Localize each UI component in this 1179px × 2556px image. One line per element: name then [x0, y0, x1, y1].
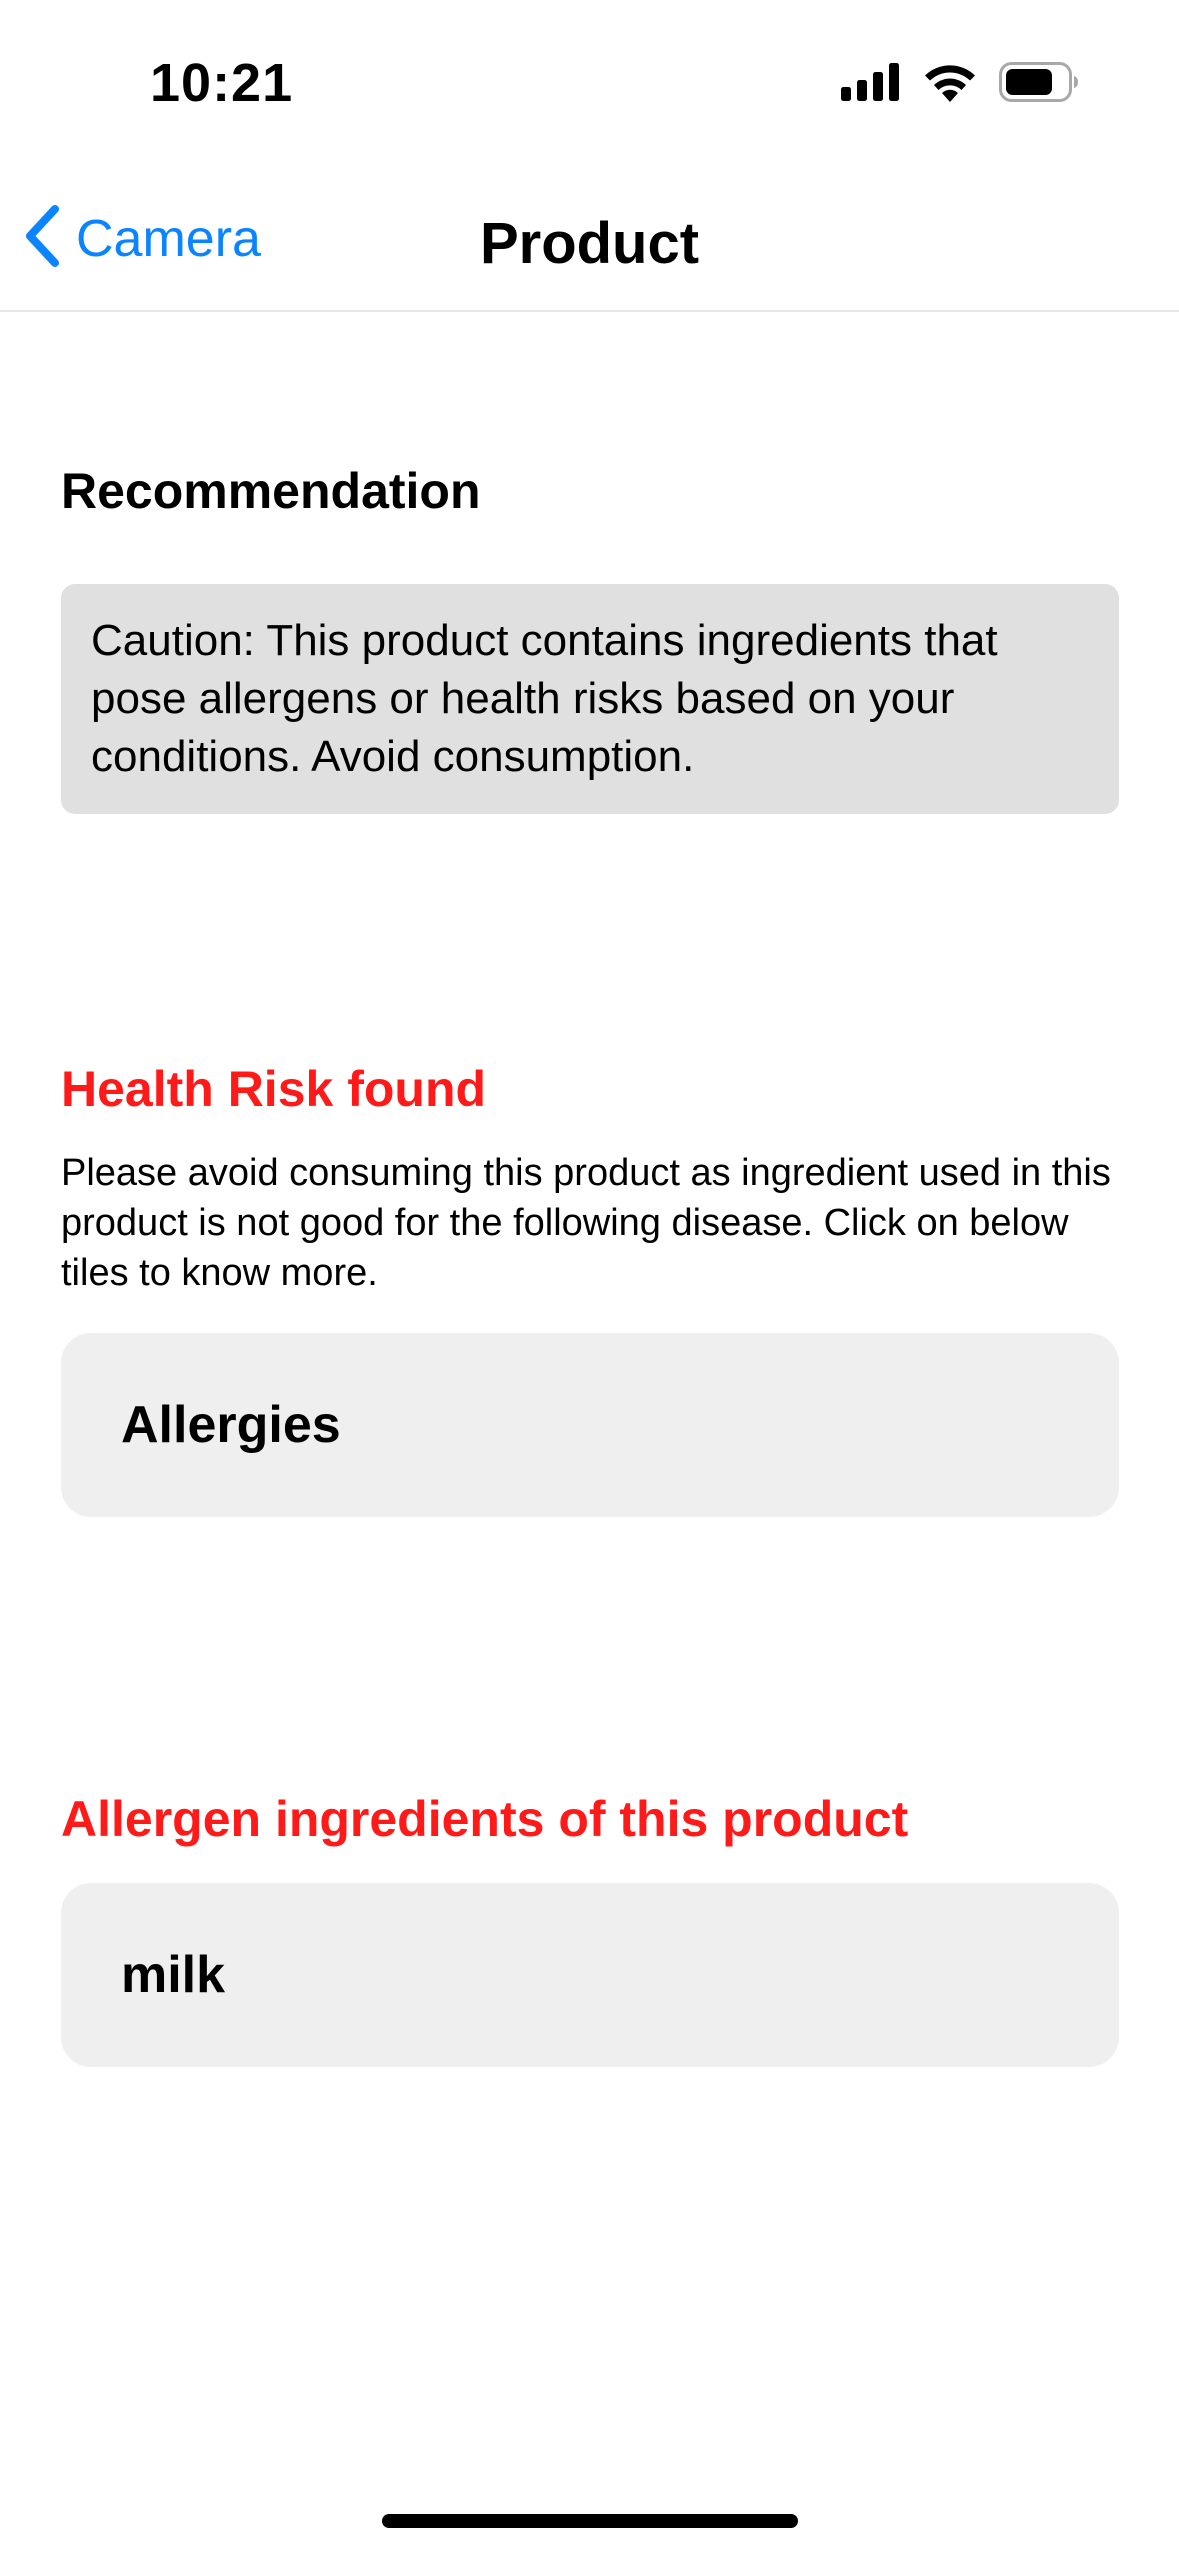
- allergen-item-label: milk: [121, 1946, 226, 2004]
- allergen-item-milk[interactable]: milk: [61, 1883, 1119, 2067]
- recommendation-message: Caution: This product contains ingredien…: [91, 616, 998, 781]
- recommendation-heading: Recommendation: [61, 463, 481, 519]
- health-risk-heading: Health Risk found: [61, 1061, 487, 1117]
- page-title: Product: [479, 211, 700, 276]
- home-indicator[interactable]: [382, 2514, 798, 2528]
- battery-icon: [999, 62, 1079, 107]
- status-icons: [841, 62, 1079, 107]
- navigation-bar: Camera Product: [0, 170, 1179, 312]
- wifi-icon: [923, 62, 977, 107]
- cellular-signal-icon: [841, 63, 901, 106]
- recommendation-message-box: Caution: This product contains ingredien…: [61, 584, 1119, 814]
- status-time: 10:21: [150, 53, 294, 113]
- status-bar: 10:21: [0, 0, 1179, 170]
- disease-tile-allergies[interactable]: Allergies: [61, 1333, 1119, 1517]
- disease-tile-label: Allergies: [121, 1396, 341, 1454]
- allergen-ingredients-heading: Allergen ingredients of this product: [61, 1791, 909, 1847]
- health-risk-description: Please avoid consuming this product as i…: [61, 1152, 1111, 1294]
